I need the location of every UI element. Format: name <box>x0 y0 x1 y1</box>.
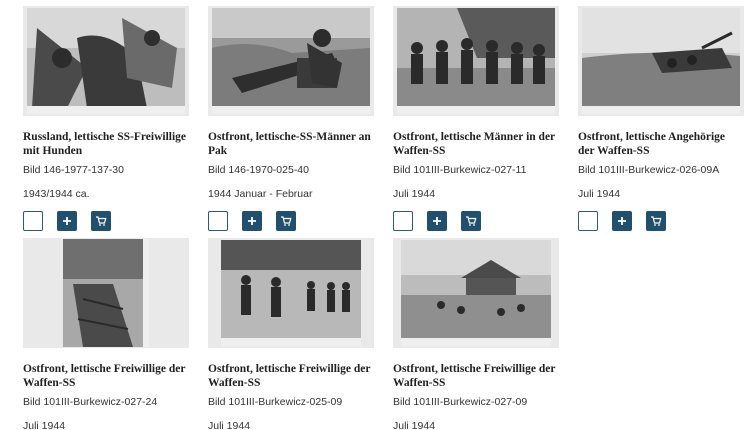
select-checkbox[interactable] <box>578 211 598 231</box>
photo-thumbnail[interactable] <box>393 238 559 348</box>
photo-image <box>221 240 361 346</box>
photo-thumbnail[interactable] <box>23 238 189 348</box>
photo-thumbnail[interactable] <box>393 6 559 116</box>
result-date: 1944 Januar - Februar <box>208 188 313 200</box>
card-actions <box>208 211 374 231</box>
result-date: Juli 1944 <box>23 420 66 430</box>
photo-image <box>63 239 149 347</box>
cart-icon <box>466 216 477 226</box>
result-date: Juli 1944 <box>578 188 621 200</box>
result-date: 1943/1944 ca. <box>23 188 90 200</box>
add-button[interactable] <box>242 211 262 231</box>
result-title[interactable]: Ostfront, lettische-SS-Männer an Pak <box>208 130 374 158</box>
photo-thumbnail[interactable] <box>208 6 374 116</box>
photo-image <box>397 8 555 114</box>
result-card: Ostfront, lettische Freiwillige der Waff… <box>393 238 559 430</box>
search-results-grid: Russland, lettische SS-Freiwillige mit H… <box>0 0 750 430</box>
cart-icon <box>651 216 662 226</box>
result-title[interactable]: Ostfront, lettische Freiwillige der Waff… <box>393 362 559 390</box>
photo-thumbnail[interactable] <box>23 6 189 116</box>
photo-image <box>401 240 551 346</box>
result-date: Juli 1944 <box>208 420 251 430</box>
plus-icon <box>433 217 441 225</box>
cart-button[interactable] <box>91 211 111 231</box>
cart-button[interactable] <box>646 211 666 231</box>
photo-image <box>27 8 185 114</box>
result-signature: Bild 101III-Burkewicz-025-09 <box>208 396 343 408</box>
result-signature: Bild 146-1970-025-40 <box>208 164 309 176</box>
card-actions <box>23 211 189 231</box>
result-title[interactable]: Ostfront, lettische Männer in der Waffen… <box>393 130 559 158</box>
add-button[interactable] <box>427 211 447 231</box>
result-card: Ostfront, lettische-SS-Männer an Pak Bil… <box>208 6 374 231</box>
cart-button[interactable] <box>461 211 481 231</box>
select-checkbox[interactable] <box>23 211 43 231</box>
result-title[interactable]: Ostfront, lettische Angehörige der Waffe… <box>578 130 744 158</box>
plus-icon <box>618 217 626 225</box>
photo-image <box>582 8 740 114</box>
photo-image <box>212 8 370 114</box>
card-actions <box>393 211 559 231</box>
result-card: Ostfront, lettische Freiwillige der Waff… <box>23 238 189 430</box>
cart-icon <box>96 216 107 226</box>
photo-thumbnail[interactable] <box>208 238 374 348</box>
select-checkbox[interactable] <box>393 211 413 231</box>
result-title[interactable]: Russland, lettische SS-Freiwillige mit H… <box>23 130 189 158</box>
add-button[interactable] <box>57 211 77 231</box>
result-date: Juli 1944 <box>393 188 436 200</box>
result-signature: Bild 101III-Burkewicz-027-24 <box>23 396 158 408</box>
cart-button[interactable] <box>276 211 296 231</box>
result-signature: Bild 101III-Burkewicz-027-09 <box>393 396 528 408</box>
cart-icon <box>281 216 292 226</box>
result-title[interactable]: Ostfront, lettische Freiwillige der Waff… <box>23 362 189 390</box>
result-signature: Bild 101III-Burkewicz-027-11 <box>393 164 527 176</box>
result-card: Russland, lettische SS-Freiwillige mit H… <box>23 6 189 231</box>
result-signature: Bild 146-1977-137-30 <box>23 164 124 176</box>
add-button[interactable] <box>612 211 632 231</box>
photo-thumbnail[interactable] <box>578 6 744 116</box>
result-card: Ostfront, lettische Freiwillige der Waff… <box>208 238 374 430</box>
select-checkbox[interactable] <box>208 211 228 231</box>
result-card: Ostfront, lettische Angehörige der Waffe… <box>578 6 744 231</box>
result-date: Juli 1944 <box>393 420 436 430</box>
result-card: Ostfront, lettische Männer in der Waffen… <box>393 6 559 231</box>
plus-icon <box>63 217 71 225</box>
result-signature: Bild 101III-Burkewicz-026-09A <box>578 164 720 176</box>
result-title[interactable]: Ostfront, lettische Freiwillige der Waff… <box>208 362 374 390</box>
plus-icon <box>248 217 256 225</box>
card-actions <box>578 211 744 231</box>
